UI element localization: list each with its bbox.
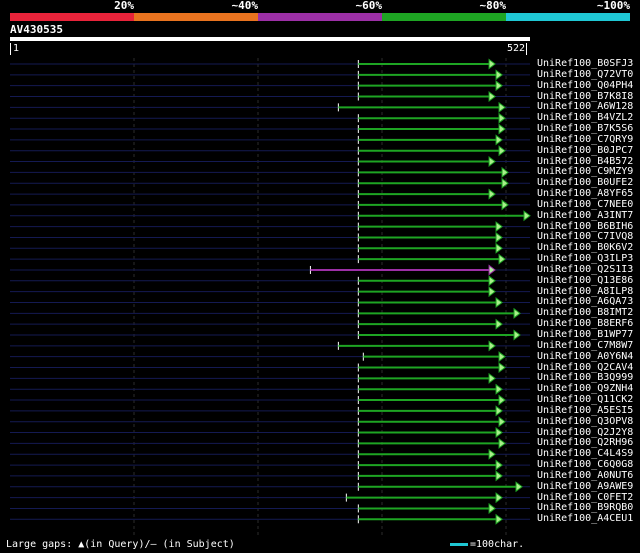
hit-label[interactable]: UniRef100_A8ILP8 [537, 286, 633, 297]
hit-arrow-icon [488, 188, 496, 200]
hit-arrow-icon [488, 91, 496, 103]
hit-arrow-icon [498, 112, 506, 124]
hit-arrow-icon [495, 296, 503, 308]
hit-label[interactable]: UniRef100_C7M8W7 [537, 340, 633, 351]
hit-arrow-icon [488, 286, 496, 298]
hit-arrow-icon [498, 253, 506, 265]
hit-arrow-icon [498, 416, 506, 428]
hit-arrow-icon [498, 362, 506, 374]
hit-label[interactable]: UniRef100_A0Y6N4 [537, 351, 633, 362]
hit-label[interactable]: UniRef100_Q2CAV4 [537, 362, 633, 373]
hit-arrow-icon [488, 372, 496, 384]
hit-label[interactable]: UniRef100_B6BIH6 [537, 221, 633, 232]
hit-arrow-icon [498, 394, 506, 406]
hit-arrow-icon [488, 58, 496, 70]
hit-label[interactable]: UniRef100_B1WP77 [537, 329, 633, 340]
hit-label[interactable]: UniRef100_B8ERF6 [537, 318, 633, 329]
hit-label[interactable]: UniRef100_Q72VT0 [537, 69, 633, 80]
hit-arrow-icon [495, 492, 503, 504]
hit-arrow-icon [523, 210, 531, 222]
hit-arrow-icon [495, 134, 503, 146]
hit-label[interactable]: UniRef100_Q3ILP3 [537, 253, 633, 264]
hit-label[interactable]: UniRef100_Q13E86 [537, 275, 633, 286]
hit-label[interactable]: UniRef100_A0NUT6 [537, 470, 633, 481]
hit-arrow-icon [495, 427, 503, 439]
hit-arrow-icon [495, 221, 503, 233]
hit-arrow-icon [513, 329, 521, 341]
hit-label[interactable]: UniRef100_A4CEU1 [537, 513, 633, 524]
hit-arrow-icon [501, 199, 509, 211]
hit-arrow-icon [498, 123, 506, 135]
hit-label[interactable]: UniRef100_A8YF65 [537, 188, 633, 199]
hit-arrow-icon [488, 275, 496, 287]
hit-label[interactable]: UniRef100_B0SFJ3 [537, 58, 633, 69]
hit-arrow-icon [488, 156, 496, 168]
hit-label[interactable]: UniRef100_Q9ZNH4 [537, 383, 633, 394]
hit-label[interactable]: UniRef100_B0JPC7 [537, 145, 633, 156]
hit-label[interactable]: UniRef100_B4VZL2 [537, 112, 633, 123]
hit-label[interactable]: UniRef100_A6W128 [537, 101, 633, 112]
scale-key: =100char. [450, 539, 524, 551]
hit-arrow-icon [498, 351, 506, 363]
hit-label[interactable]: UniRef100_C4L4S9 [537, 448, 633, 459]
hit-arrow-icon [495, 69, 503, 81]
hit-arrow-icon [498, 101, 506, 113]
hit-label[interactable]: UniRef100_Q2RH96 [537, 437, 633, 448]
hit-label[interactable]: UniRef100_C7IVQ8 [537, 231, 633, 242]
hit-arrow-icon [515, 481, 523, 493]
hit-arrow-icon [488, 340, 496, 352]
hit-label[interactable]: UniRef100_C7NEE0 [537, 199, 633, 210]
hit-label[interactable]: UniRef100_B9RQB0 [537, 502, 633, 513]
scale-key-label: =100char. [470, 539, 525, 550]
hit-label[interactable]: UniRef100_Q3OPV8 [537, 416, 633, 427]
hit-label[interactable]: UniRef100_A6QA73 [537, 296, 633, 307]
hit-label[interactable]: UniRef100_B0UFE2 [537, 177, 633, 188]
hit-arrow-icon [498, 145, 506, 157]
hit-label[interactable]: UniRef100_Q04PH4 [537, 80, 633, 91]
hit-label[interactable]: UniRef100_B4B572 [537, 156, 633, 167]
hit-arrow-icon [498, 437, 506, 449]
hit-label[interactable]: UniRef100_Q11CK2 [537, 394, 633, 405]
hit-label[interactable]: UniRef100_B8IMT2 [537, 307, 633, 318]
hit-label[interactable]: UniRef100_C0FET2 [537, 492, 633, 503]
hit-label[interactable]: UniRef100_A5ESI5 [537, 405, 633, 416]
hit-arrow-icon [501, 177, 509, 189]
scale-key-bar [450, 542, 468, 546]
hit-arrow-icon [495, 405, 503, 417]
hit-label[interactable]: UniRef100_Q2S1I3 [537, 264, 633, 275]
hit-label[interactable]: UniRef100_B0K6V2 [537, 242, 633, 253]
hit-label[interactable]: UniRef100_B7K8I8 [537, 91, 633, 102]
hit-arrow-icon [488, 448, 496, 460]
hit-label[interactable]: UniRef100_A3INT7 [537, 210, 633, 221]
hit-arrow-icon [495, 80, 503, 92]
hit-arrow-icon [495, 242, 503, 254]
hit-label[interactable]: UniRef100_C7QRY9 [537, 134, 633, 145]
hit-arrow-icon [495, 459, 503, 471]
hit-arrow-icon [495, 231, 503, 243]
hit-arrow-icon [495, 383, 503, 395]
hit-label[interactable]: UniRef100_C6Q0G8 [537, 459, 633, 470]
hit-arrow-icon [488, 264, 496, 276]
hit-label[interactable]: UniRef100_C9MZY9 [537, 166, 633, 177]
hit-arrow-icon [513, 307, 521, 319]
hit-label[interactable]: UniRef100_A9AWE9 [537, 481, 633, 492]
hit-arrow-icon [501, 166, 509, 178]
large-gaps-note: Large gaps: ▲(in Query)/– (in Subject) [6, 539, 235, 550]
hit-arrow-icon [495, 470, 503, 482]
hit-arrow-icon [495, 513, 503, 525]
hit-arrow-icon [495, 318, 503, 330]
hit-arrow-icon [488, 502, 496, 514]
hit-label[interactable]: UniRef100_B3Q999 [537, 372, 633, 383]
hit-label[interactable]: UniRef100_B7K5S6 [537, 123, 633, 134]
hit-label[interactable]: UniRef100_Q2J2Y8 [537, 427, 633, 438]
